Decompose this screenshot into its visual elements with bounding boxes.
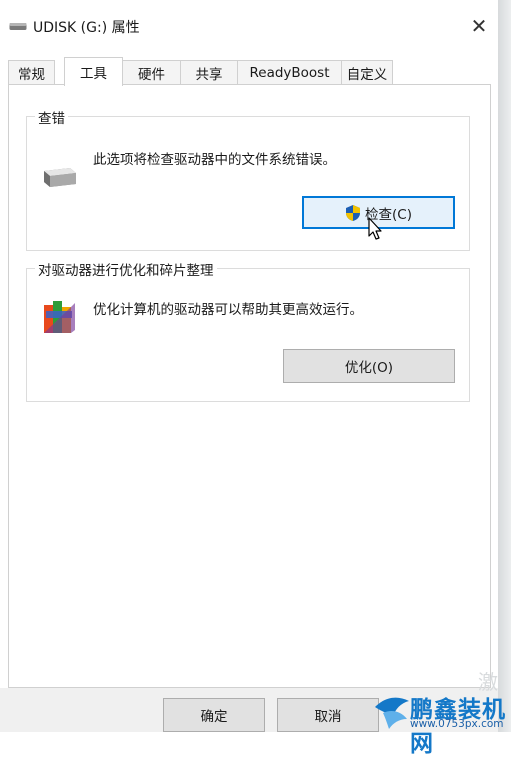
tab-tools[interactable]: 工具 — [64, 57, 123, 86]
tab-sharing[interactable]: 共享 — [180, 60, 238, 84]
optimize-legend: 对驱动器进行优化和碎片整理 — [35, 259, 217, 279]
tab-customize[interactable]: 自定义 — [341, 60, 393, 84]
background-strip — [498, 0, 511, 732]
tools-panel: 查错 此选项将检查驱动器中的文件系统错误。 检查(C) 对驱动器进行优化和碎片整… — [8, 84, 491, 688]
ok-button-label: 确定 — [200, 709, 228, 725]
tab-label: 常规 — [18, 66, 45, 83]
optimize-button-label: 优化(O) — [344, 360, 394, 376]
watermark-url: www.0753px.com — [410, 718, 504, 730]
defrag-icon — [44, 301, 75, 333]
error-check-legend: 查错 — [35, 107, 68, 127]
cancel-button[interactable]: 取消 — [277, 698, 379, 732]
window-title: UDISK (G:) 属性 — [33, 20, 140, 36]
error-check-description: 此选项将检查驱动器中的文件系统错误。 — [93, 152, 336, 168]
uac-shield-icon — [346, 204, 361, 221]
drive-icon — [44, 168, 76, 187]
tab-label: 工具 — [80, 66, 107, 82]
cancel-button-label: 取消 — [314, 709, 342, 725]
optimize-button[interactable]: 优化(O) — [283, 349, 455, 383]
close-icon: ✕ — [470, 14, 488, 38]
drive-icon — [9, 23, 27, 30]
close-button[interactable]: ✕ — [462, 10, 496, 42]
tab-label: 共享 — [195, 66, 223, 83]
tab-readyboost[interactable]: ReadyBoost — [237, 60, 342, 84]
error-check-group: 查错 此选项将检查驱动器中的文件系统错误。 检查(C) — [26, 107, 470, 251]
tab-general[interactable]: 常规 — [8, 60, 55, 84]
ok-button[interactable]: 确定 — [163, 698, 265, 732]
title-bar: UDISK (G:) 属性 ✕ — [0, 0, 498, 48]
tab-label: ReadyBoost — [249, 64, 330, 81]
tab-hardware[interactable]: 硬件 — [122, 60, 181, 84]
mouse-cursor-icon — [368, 217, 382, 240]
optimize-description: 优化计算机的驱动器可以帮助其更高效运行。 — [93, 302, 363, 318]
tab-label: 自定义 — [346, 66, 388, 83]
optimize-group: 对驱动器进行优化和碎片整理 优化计算机的驱动器可以帮助其更高效运行。 优化(O) — [26, 259, 470, 402]
tab-label: 硬件 — [138, 66, 165, 83]
